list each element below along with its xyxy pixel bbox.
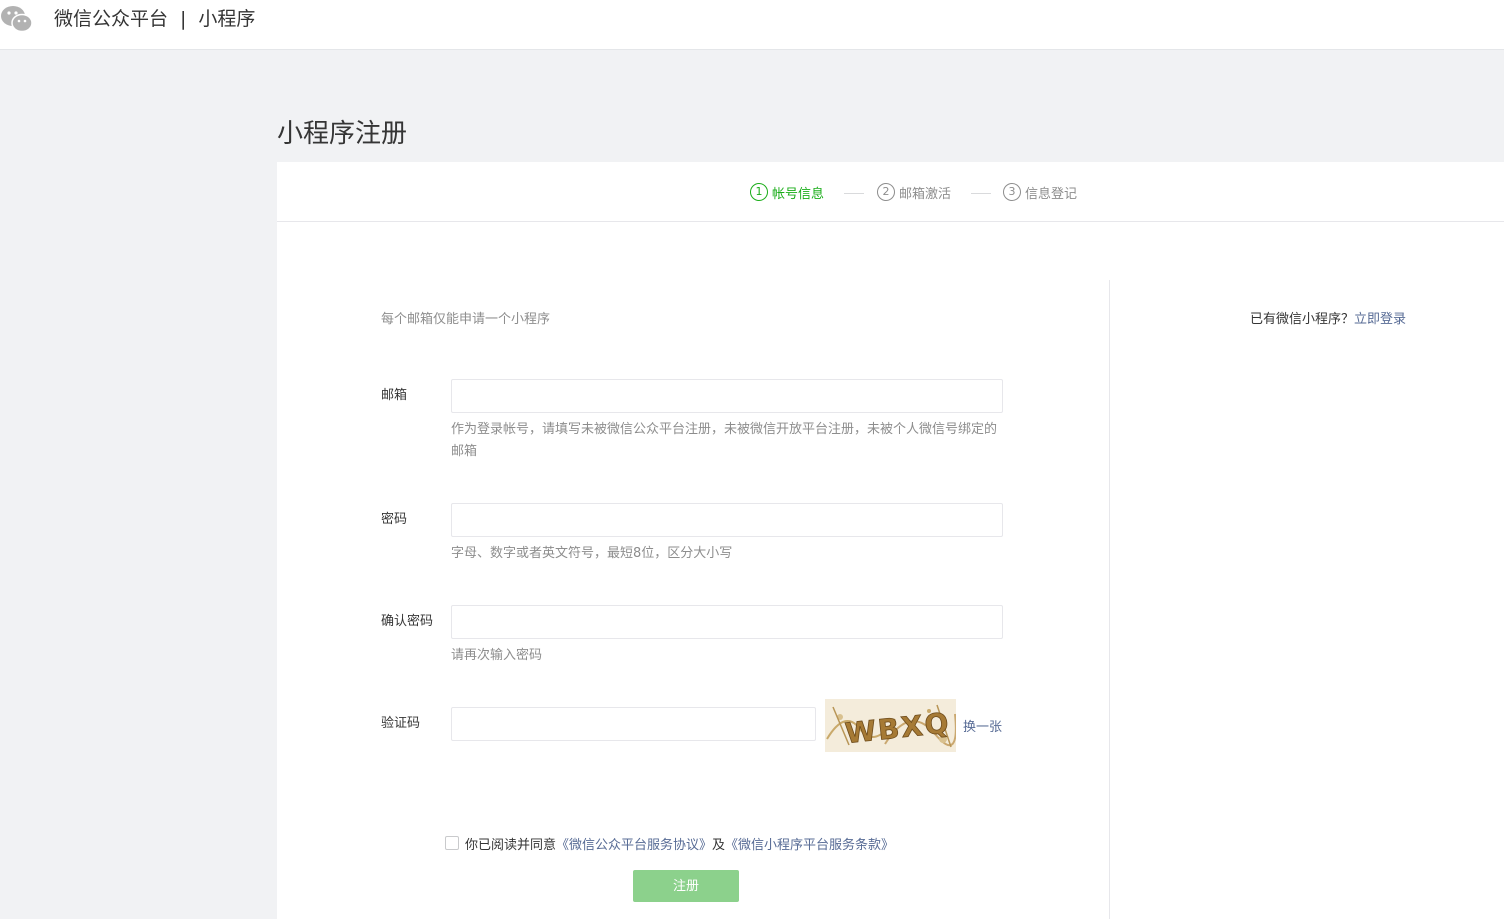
agreement-checkbox[interactable] bbox=[445, 836, 459, 850]
login-hint: 已有微信小程序？立即登录 bbox=[1250, 308, 1406, 327]
captcha-label: 验证码 bbox=[381, 716, 421, 731]
step-label: 信息登记 bbox=[1025, 186, 1078, 202]
email-field[interactable] bbox=[451, 379, 1003, 413]
registration-card: 1 帐号信息 2 邮箱激活 3 信息登记 每个邮箱仅能申请一个小程序 已有微信小… bbox=[277, 162, 1504, 919]
captcha-noise-graphic: WBXQ bbox=[825, 699, 956, 752]
email-help: 作为登录帐号，请填写未被微信公众平台注册，未被微信开放平台注册，未被个人微信号绑… bbox=[451, 422, 998, 459]
step-email-activation: 2 邮箱激活 bbox=[877, 182, 951, 202]
confirm-password-field[interactable] bbox=[451, 605, 1003, 639]
wechat-logo-icon bbox=[1, 6, 33, 33]
step-label: 帐号信息 bbox=[772, 186, 825, 202]
agreement-row: 你已阅读并同意 《微信公众平台服务协议》 及 《微信小程序平台服务条款》 bbox=[445, 834, 894, 853]
agreement-prefix: 你已阅读并同意 bbox=[465, 837, 557, 853]
step-indicator: 1 帐号信息 2 邮箱激活 3 信息登记 bbox=[277, 162, 1504, 222]
step-info-registration: 3 信息登记 bbox=[1003, 182, 1077, 202]
confirm-password-label: 确认密码 bbox=[381, 614, 434, 629]
brand-name: 微信公众平台 bbox=[54, 8, 169, 30]
page-title: 小程序注册 bbox=[277, 119, 408, 150]
brand-title[interactable]: 微信公众平台 | 小程序 bbox=[54, 7, 255, 31]
form-tip: 每个邮箱仅能申请一个小程序 bbox=[381, 312, 551, 327]
login-question: 已有微信小程序？ bbox=[1250, 312, 1355, 327]
captcha-field[interactable] bbox=[451, 707, 816, 741]
step-number: 1 bbox=[750, 183, 768, 201]
step-label: 邮箱激活 bbox=[899, 186, 952, 202]
login-link[interactable]: 立即登录 bbox=[1354, 312, 1406, 327]
password-field[interactable] bbox=[451, 503, 1003, 537]
product-name: 小程序 bbox=[198, 8, 256, 30]
password-help: 字母、数字或者英文符号，最短8位，区分大小写 bbox=[451, 546, 733, 561]
agreement-and: 及 bbox=[712, 837, 726, 853]
register-button[interactable]: 注册 bbox=[633, 870, 739, 902]
email-label: 邮箱 bbox=[381, 388, 408, 403]
step-connector bbox=[971, 193, 991, 194]
vertical-divider bbox=[1109, 280, 1110, 919]
password-label: 密码 bbox=[381, 512, 408, 527]
step-connector bbox=[844, 193, 864, 194]
step-number: 3 bbox=[1003, 183, 1021, 201]
brand-separator: | bbox=[180, 8, 187, 30]
confirm-password-help: 请再次输入密码 bbox=[451, 648, 543, 663]
captcha-image[interactable]: WBXQ bbox=[825, 699, 956, 752]
miniprogram-terms-link[interactable]: 《微信小程序平台服务条款》 bbox=[725, 834, 894, 853]
captcha-refresh-link[interactable]: 换一张 bbox=[963, 716, 1002, 735]
step-account-info: 1 帐号信息 bbox=[750, 182, 824, 202]
step-number: 2 bbox=[877, 183, 895, 201]
platform-agreement-link[interactable]: 《微信公众平台服务协议》 bbox=[556, 834, 712, 853]
top-bar: 微信公众平台 | 小程序 bbox=[0, 0, 1504, 50]
